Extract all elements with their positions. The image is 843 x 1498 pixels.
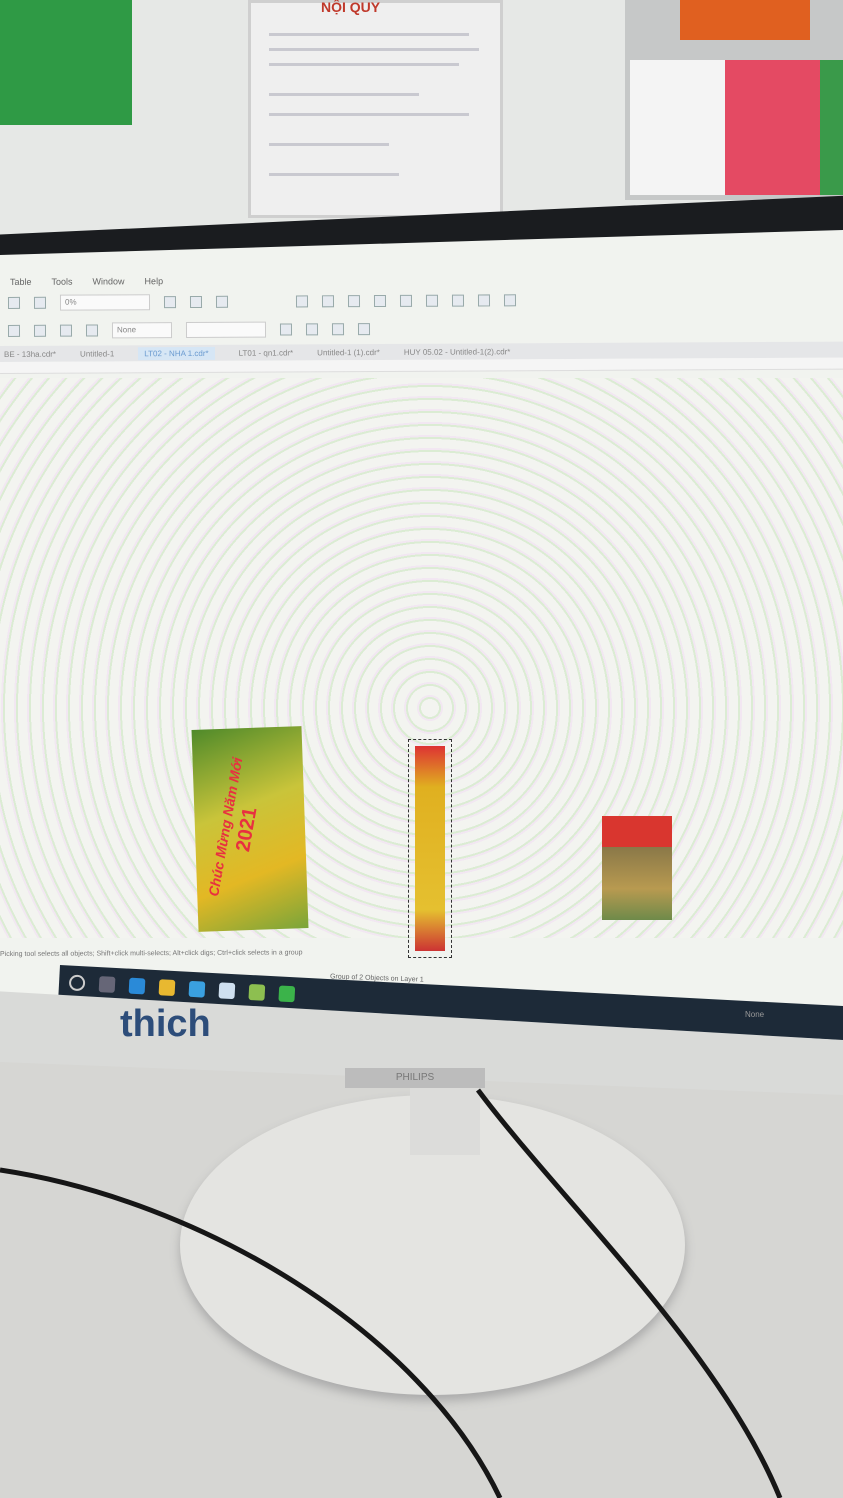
cables: [0, 1088, 783, 1498]
